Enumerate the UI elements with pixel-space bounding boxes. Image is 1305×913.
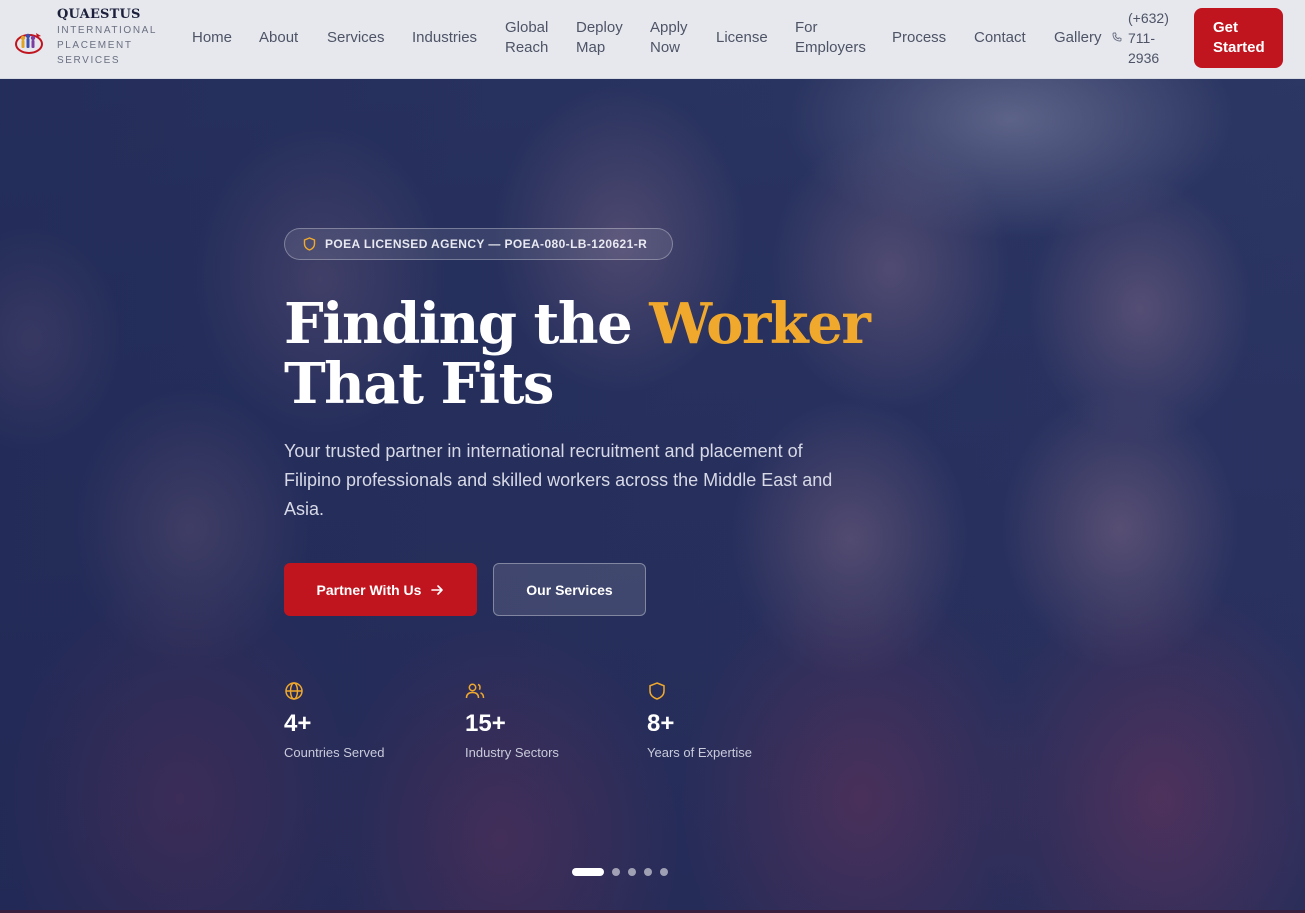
nav-services[interactable]: Services <box>327 28 385 48</box>
brand-logo-icon <box>15 32 43 54</box>
partner-with-us-button[interactable]: Partner With Us <box>284 563 477 616</box>
arrow-right-icon <box>431 584 444 595</box>
phone-link[interactable]: (+632) 711-2936 <box>1128 8 1180 68</box>
headline-part-1: Finding the <box>284 291 650 357</box>
nav-gallery[interactable]: Gallery <box>1054 28 1102 48</box>
brand-subtitle: INTERNATIONAL PLACEMENT SERVICES <box>57 25 157 66</box>
get-started-button[interactable]: Get Started <box>1194 8 1283 68</box>
carousel-dot-5[interactable] <box>660 868 668 876</box>
license-badge-text: POEA LICENSED AGENCY — POEA-080-LB-12062… <box>325 237 648 251</box>
headline-accent: Worker <box>649 291 871 357</box>
partner-with-us-label: Partner With Us <box>316 581 422 598</box>
nav-license[interactable]: License <box>716 28 768 48</box>
nav-process[interactable]: Process <box>892 28 946 48</box>
brand-name: QUAESTUS <box>57 7 141 22</box>
stat-sectors: 15+ Industry Sectors <box>465 681 615 761</box>
nav-global-reach[interactable]: Global Reach <box>505 18 555 58</box>
nav-about[interactable]: About <box>259 28 298 48</box>
hero-headline: Finding the Worker That Fits <box>284 294 924 414</box>
site-header: QUAESTUS INTERNATIONAL PLACEMENT SERVICE… <box>0 0 1305 79</box>
stat-value: 15+ <box>465 710 506 737</box>
carousel-dot-4[interactable] <box>644 868 652 876</box>
nav-for-employers[interactable]: For Employers <box>795 18 869 58</box>
globe-icon <box>285 682 303 700</box>
brand[interactable]: QUAESTUS INTERNATIONAL PLACEMENT SERVICE… <box>14 7 157 68</box>
stat-label: Years of Expertise <box>647 745 753 760</box>
carousel-dot-1[interactable] <box>572 868 604 876</box>
our-services-button[interactable]: Our Services <box>493 563 646 616</box>
nav-industries[interactable]: Industries <box>412 28 477 48</box>
carousel-dot-2[interactable] <box>612 868 620 876</box>
phone-icon <box>1112 32 1122 42</box>
carousel-dots <box>572 868 676 876</box>
stat-expertise: 8+ Years of Expertise <box>647 681 797 761</box>
users-icon <box>465 683 485 699</box>
headline-part-2: That Fits <box>284 351 554 417</box>
stat-countries: 4+ Countries Served <box>284 681 434 761</box>
nav-contact[interactable]: Contact <box>974 28 1026 48</box>
hero-section: POEA LICENSED AGENCY — POEA-080-LB-12062… <box>0 79 1305 913</box>
stat-value: 8+ <box>647 710 675 737</box>
shield-icon <box>303 237 316 251</box>
license-badge: POEA LICENSED AGENCY — POEA-080-LB-12062… <box>284 228 673 260</box>
nav-home[interactable]: Home <box>192 28 232 48</box>
stat-label: Industry Sectors <box>465 745 559 760</box>
hero-lead-text: Your trusted partner in international re… <box>284 441 833 519</box>
stat-value: 4+ <box>284 710 312 737</box>
shield-icon <box>649 682 665 700</box>
carousel-dot-3[interactable] <box>628 868 636 876</box>
nav-deploy-map[interactable]: Deploy Map <box>576 18 626 58</box>
nav-apply-now[interactable]: Apply Now <box>650 18 694 58</box>
stat-label: Countries Served <box>284 745 385 760</box>
